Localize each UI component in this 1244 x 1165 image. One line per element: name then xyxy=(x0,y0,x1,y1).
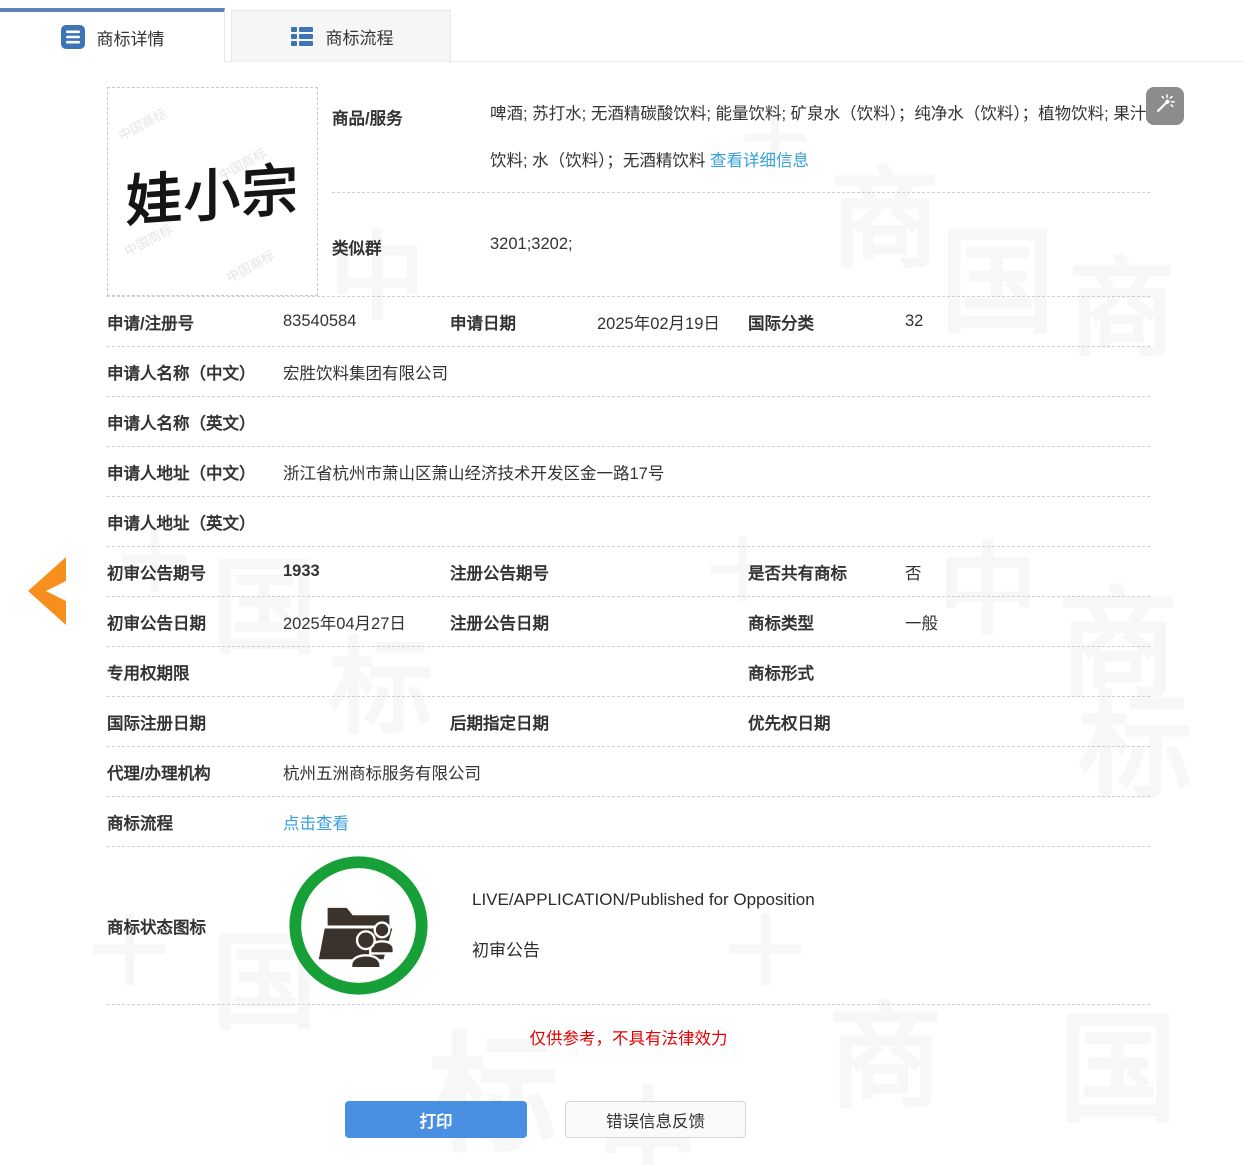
row-exclusive-period: 专用权期限 商标形式 xyxy=(107,647,1150,697)
row-applicant-name-cn: 申请人名称（中文） 宏胜饮料集团有限公司 xyxy=(107,347,1150,397)
status-text-cn: 初审公告 xyxy=(472,936,815,961)
field-label: 注册公告期号 xyxy=(450,560,597,584)
field-label: 后期指定日期 xyxy=(450,710,597,734)
similar-group-label: 类似群 xyxy=(332,235,490,296)
status-text-en: LIVE/APPLICATION/Published for Oppositio… xyxy=(472,890,815,910)
image-watermark: 中国商标 xyxy=(223,245,278,286)
field-label: 注册公告日期 xyxy=(450,610,597,634)
field-label: 商标状态图标 xyxy=(107,914,283,938)
field-value: 浙江省杭州市萧山区萧山经济技术开发区金一路17号 xyxy=(283,460,1150,484)
trademark-detail-page: ＋商国商中＋国＋中商标标＋国＋商国标中 商标详情 xyxy=(0,0,1244,1165)
field-value: 否 xyxy=(905,560,1150,584)
goods-services-label: 商品/服务 xyxy=(332,105,490,192)
field-label: 优先权日期 xyxy=(748,710,905,734)
tab-trademark-detail[interactable]: 商标详情 xyxy=(0,8,225,62)
field-label: 专用权期限 xyxy=(107,660,283,684)
field-label: 申请人地址（英文） xyxy=(107,510,283,534)
field-label: 申请人名称（中文） xyxy=(107,360,283,384)
field-label: 初审公告期号 xyxy=(107,560,283,584)
field-label: 是否共有商标 xyxy=(748,560,905,584)
similar-group-row: 类似群 3201;3202; xyxy=(332,193,1150,296)
field-label: 商标流程 xyxy=(107,810,283,834)
error-feedback-button[interactable]: 错误信息反馈 xyxy=(565,1101,746,1138)
tab-bar: 商标详情 商标流程 xyxy=(0,0,1244,62)
row-agency: 代理/办理机构 杭州五洲商标服务有限公司 xyxy=(107,747,1150,797)
field-label: 申请/注册号 xyxy=(107,310,283,334)
tab-trademark-process[interactable]: 商标流程 xyxy=(231,10,451,61)
row-international-dates: 国际注册日期 后期指定日期 优先权日期 xyxy=(107,697,1150,747)
field-label: 商标形式 xyxy=(748,660,905,684)
field-value: 2025年02月19日 xyxy=(597,310,748,334)
goods-services-row: 商品/服务 啤酒; 苏打水; 无酒精碳酸饮料; 能量饮料; 矿泉水（饮料）；纯净… xyxy=(332,87,1150,193)
field-label: 国际注册日期 xyxy=(107,710,283,734)
legal-disclaimer: 仅供参考，不具有法律效力 xyxy=(107,1005,1150,1055)
magic-wand-icon xyxy=(1154,93,1176,120)
tab-label: 商标流程 xyxy=(326,24,394,49)
field-value: 杭州五洲商标服务有限公司 xyxy=(283,760,1150,784)
trademark-summary-section: 中国商标 中国商标 中国商标 中国商标 娃小宗 商品/服务 啤酒; 苏打水; 无… xyxy=(107,87,1150,297)
row-trademark-process: 商标流程 点击查看 xyxy=(107,797,1150,847)
row-applicant-address-en: 申请人地址（英文） xyxy=(107,497,1150,547)
similar-group-value: 3201;3202; xyxy=(490,235,1150,296)
row-first-trial-number: 初审公告期号 1933 注册公告期号 是否共有商标 否 xyxy=(107,547,1150,597)
row-first-trial-date: 初审公告日期 2025年04月27日 注册公告日期 商标类型 一般 xyxy=(107,597,1150,647)
field-label: 国际分类 xyxy=(748,310,905,334)
field-value: 32 xyxy=(905,312,1150,331)
view-details-link[interactable]: 查看详细信息 xyxy=(710,152,809,170)
row-application-number: 申请/注册号 83540584 申请日期 2025年02月19日 国际分类 32 xyxy=(107,297,1150,347)
row-trademark-status: 商标状态图标 xyxy=(107,847,1150,1005)
click-to-view-link[interactable]: 点击查看 xyxy=(283,815,349,833)
field-label: 申请人地址（中文） xyxy=(107,460,283,484)
magic-wand-button[interactable] xyxy=(1146,87,1184,125)
row-applicant-address-cn: 申请人地址（中文） 浙江省杭州市萧山区萧山经济技术开发区金一路17号 xyxy=(107,447,1150,497)
action-buttons: 打印 错误信息反馈 xyxy=(345,1101,1150,1138)
goods-services-value: 啤酒; 苏打水; 无酒精碳酸饮料; 能量饮料; 矿泉水（饮料）；纯净水（饮料）；… xyxy=(490,105,1146,170)
field-label: 申请日期 xyxy=(450,310,597,334)
image-watermark: 中国商标 xyxy=(115,103,170,144)
field-label: 申请人名称（英文） xyxy=(107,410,283,434)
process-list-icon xyxy=(289,23,315,49)
status-folder-people-icon xyxy=(285,852,432,999)
field-value: 2025年04月27日 xyxy=(283,610,450,634)
field-value: 宏胜饮料集团有限公司 xyxy=(283,360,1150,384)
tab-label: 商标详情 xyxy=(97,25,165,50)
field-label: 商标类型 xyxy=(748,610,905,634)
trademark-image: 中国商标 中国商标 中国商标 中国商标 娃小宗 xyxy=(107,87,318,296)
field-label: 代理/办理机构 xyxy=(107,760,283,784)
clipboard-list-icon xyxy=(60,24,86,50)
collapse-left-arrow[interactable] xyxy=(22,555,68,627)
field-value: 一般 xyxy=(905,610,1150,634)
field-value: 1933 xyxy=(283,562,450,581)
row-applicant-name-en: 申请人名称（英文） xyxy=(107,397,1150,447)
trademark-name-text: 娃小宗 xyxy=(126,145,300,238)
field-label: 初审公告日期 xyxy=(107,610,283,634)
field-value: 83540584 xyxy=(283,312,450,331)
print-button[interactable]: 打印 xyxy=(345,1101,527,1138)
